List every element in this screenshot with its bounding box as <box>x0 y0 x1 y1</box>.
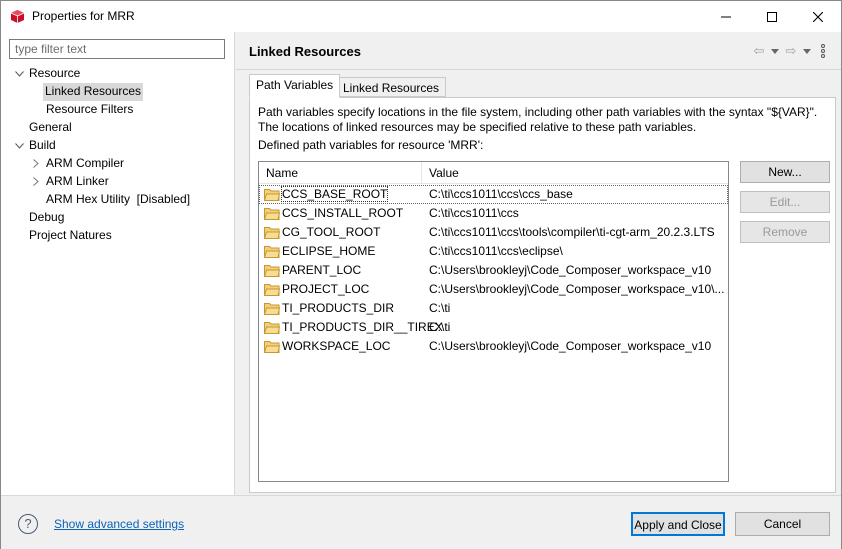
title-bar: Properties for MRR <box>1 1 841 32</box>
folder-icon <box>264 284 280 296</box>
apply-and-close-button[interactable]: Apply and Close <box>631 512 725 536</box>
folder-icon <box>264 189 280 201</box>
variable-value: C:\ti\ccs1011\ccs\eclipse\ <box>429 244 563 258</box>
tab-linked-resources[interactable]: Linked Resources <box>336 77 447 97</box>
filter-input[interactable] <box>9 39 225 59</box>
minimize-button[interactable] <box>703 1 749 32</box>
minimize-icon <box>721 16 731 17</box>
variable-value: C:\ti <box>429 301 451 315</box>
tree-item-project-natures[interactable]: Project Natures <box>29 227 112 245</box>
dialog-footer: ? Show advanced settings Apply and Close… <box>1 495 841 549</box>
maximize-icon <box>767 11 777 22</box>
column-header-value[interactable]: Value <box>429 166 459 180</box>
variable-value: C:\ti\ccs1011\ccs\ccs_base <box>429 187 573 201</box>
variable-value: C:\ti\ccs1011\ccs\tools\compiler\ti-cgt-… <box>429 225 715 239</box>
forward-dropdown-icon[interactable] <box>803 43 811 59</box>
more-options-icon[interactable] <box>815 43 831 59</box>
variable-name: WORKSPACE_LOC <box>282 339 391 353</box>
app-cube-icon <box>10 10 25 23</box>
table-row[interactable]: TI_PRODUCTS_DIR C:\ti <box>259 299 728 318</box>
variable-name: ECLIPSE_HOME <box>282 244 376 258</box>
back-arrow-icon[interactable]: ⇦ <box>751 43 767 59</box>
defined-variables-label: Defined path variables for resource 'MRR… <box>258 138 484 152</box>
variable-value: C:\Users\brookleyj\Code_Composer_workspa… <box>429 263 712 277</box>
tree-item-resource[interactable]: Resource <box>29 65 80 83</box>
table-row[interactable]: TI_PRODUCTS_DIR__TIREX C:\ti <box>259 318 728 337</box>
close-button[interactable] <box>795 1 841 32</box>
description-text: Path variables specify locations in the … <box>258 105 818 134</box>
table-row[interactable]: PROJECT_LOC C:\Users\brookleyj\Code_Compo… <box>259 280 728 299</box>
table-row[interactable]: ECLIPSE_HOME C:\ti\ccs1011\ccs\eclipse\ <box>259 242 728 261</box>
cancel-button[interactable]: Cancel <box>735 512 830 536</box>
tree-item-linked-resources[interactable]: Linked Resources <box>43 83 144 101</box>
variable-name: CCS_INSTALL_ROOT <box>282 206 404 220</box>
variable-name: PROJECT_LOC <box>282 282 370 296</box>
folder-icon <box>264 227 280 239</box>
chevron-down-icon[interactable] <box>14 69 24 79</box>
variable-name: CCS_BASE_ROOT <box>280 186 389 202</box>
new-button[interactable]: New... <box>740 161 830 183</box>
tree-item-arm-linker[interactable]: ARM Linker <box>46 173 109 191</box>
page-navigation: ⇦ ⇨ <box>751 43 831 59</box>
properties-page: Linked Resources ⇦ ⇨ Path Variables Link… <box>236 32 841 495</box>
properties-dialog: Properties for MRR Resource Linked Resou… <box>0 0 842 549</box>
variable-name: TI_PRODUCTS_DIR <box>282 301 395 315</box>
table-header: Name Value <box>259 162 728 184</box>
variable-value: C:\Users\brookleyj\Code_Composer_workspa… <box>429 339 712 353</box>
folder-icon <box>264 341 280 353</box>
column-header-name[interactable]: Name <box>266 166 298 180</box>
tree-item-arm-hex-utility[interactable]: ARM Hex Utility [Disabled] <box>46 191 190 209</box>
chevron-right-icon[interactable] <box>31 158 41 168</box>
page-title: Linked Resources <box>249 44 361 59</box>
table-row[interactable]: WORKSPACE_LOC C:\Users\brookleyj\Code_Com… <box>259 337 728 356</box>
close-icon <box>813 11 823 22</box>
variable-value: C:\Users\brookleyj\Code_Composer_workspa… <box>429 282 725 296</box>
chevron-down-icon[interactable] <box>14 141 24 151</box>
table-row[interactable]: CCS_INSTALL_ROOT C:\ti\ccs1011\ccs <box>259 204 728 223</box>
tree-item-general[interactable]: General <box>29 119 72 137</box>
variable-name: CG_TOOL_ROOT <box>282 225 381 239</box>
tree-item-build[interactable]: Build <box>29 137 56 155</box>
maximize-button[interactable] <box>749 1 795 32</box>
back-dropdown-icon[interactable] <box>771 43 779 59</box>
tab-path-variables[interactable]: Path Variables <box>249 74 341 98</box>
folder-icon <box>264 246 280 258</box>
path-variables-table[interactable]: Name Value CCS_BASE_ROOT C:\ti\ccs1011\cc… <box>258 161 729 482</box>
tree-item-debug[interactable]: Debug <box>29 209 64 227</box>
variable-name: TI_PRODUCTS_DIR__TIREX <box>282 320 443 334</box>
tree-item-arm-compiler[interactable]: ARM Compiler <box>46 155 124 173</box>
folder-icon <box>264 322 280 334</box>
category-pane: Resource Linked Resources Resource Filte… <box>1 32 235 495</box>
title-divider <box>236 69 841 70</box>
chevron-right-icon[interactable] <box>31 176 41 186</box>
variable-name: PARENT_LOC <box>282 263 362 277</box>
folder-icon <box>264 208 280 220</box>
folder-icon <box>264 303 280 315</box>
remove-button[interactable]: Remove <box>740 221 830 243</box>
path-variables-panel: Path variables specify locations in the … <box>249 97 836 493</box>
table-row[interactable]: PARENT_LOC C:\Users\brookleyj\Code_Compos… <box>259 261 728 280</box>
help-icon[interactable]: ? <box>18 514 38 534</box>
variable-value: C:\ti\ccs1011\ccs <box>429 206 519 220</box>
tree-item-resource-filters[interactable]: Resource Filters <box>46 101 133 119</box>
forward-arrow-icon[interactable]: ⇨ <box>783 43 799 59</box>
variable-value: C:\ti <box>429 320 451 334</box>
table-row[interactable]: CCS_BASE_ROOT C:\ti\ccs1011\ccs\ccs_base <box>259 185 728 204</box>
show-advanced-settings-link[interactable]: Show advanced settings <box>54 517 184 531</box>
window-title: Properties for MRR <box>32 9 135 23</box>
folder-icon <box>264 265 280 277</box>
table-row[interactable]: CG_TOOL_ROOT C:\ti\ccs1011\ccs\tools\comp… <box>259 223 728 242</box>
edit-button[interactable]: Edit... <box>740 191 830 213</box>
